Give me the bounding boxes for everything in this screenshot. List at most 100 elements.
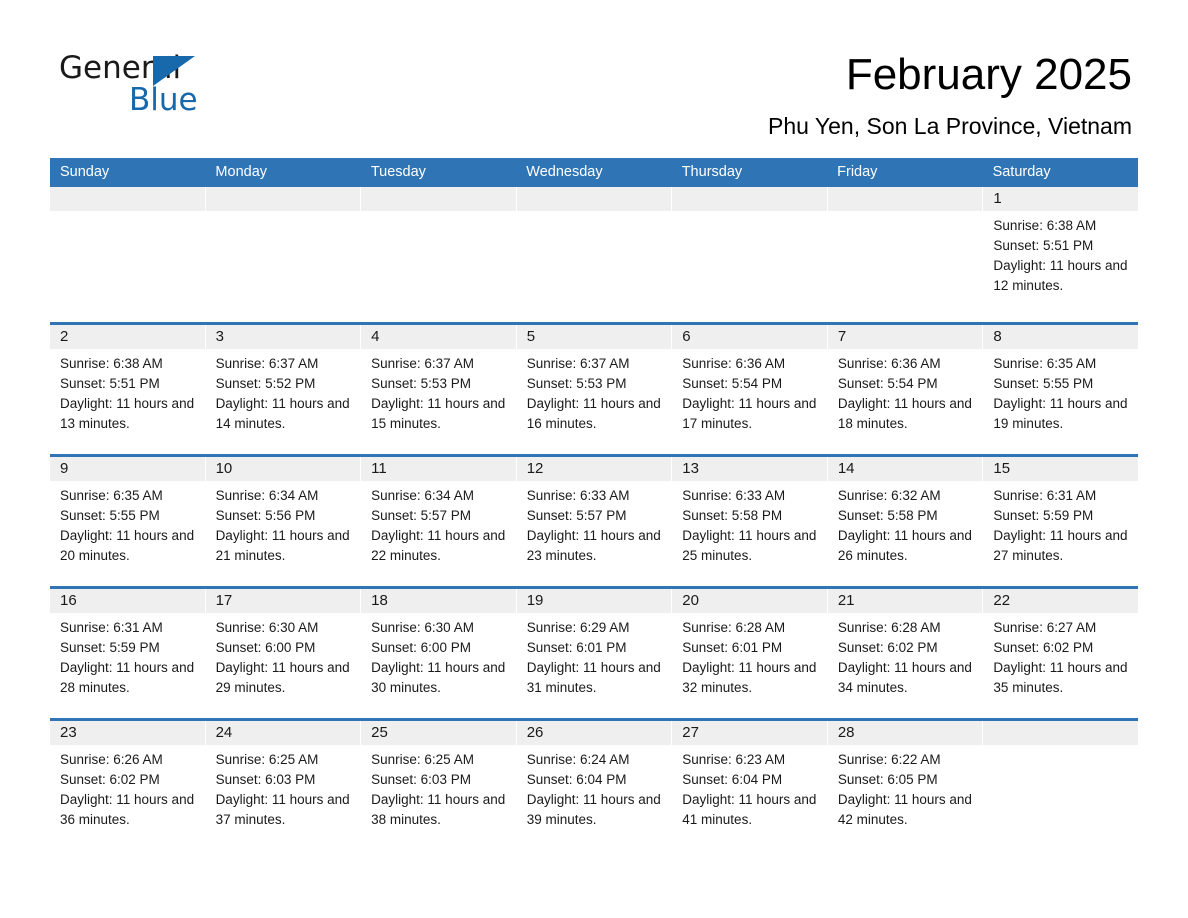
calendar-day-cell[interactable]: 9 Sunrise: 6:35 AM Sunset: 5:55 PM Daylight… xyxy=(50,457,205,586)
sunset-time: Sunset: 6:04 PM xyxy=(682,772,783,787)
sunrise-time: Sunrise: 6:38 AM xyxy=(60,356,163,371)
day-details: Sunrise: 6:28 AM Sunset: 6:01 PM Daylight:… xyxy=(672,613,827,698)
calendar-day-cell[interactable]: 19 Sunrise: 6:29 AM Sunset: 6:01 PM Dayligh… xyxy=(516,589,672,718)
day-number-strip: 14 xyxy=(827,457,983,481)
daylight-duration: Daylight: 11 hours and 28 minutes. xyxy=(60,660,195,695)
day-details: Sunrise: 6:22 AM Sunset: 6:05 PM Daylight:… xyxy=(828,745,983,830)
daylight-duration: Daylight: 11 hours and 27 minutes. xyxy=(993,528,1128,563)
sunset-time: Sunset: 5:51 PM xyxy=(993,238,1094,253)
calendar-week-row: 16 Sunrise: 6:31 AM Sunset: 5:59 PM Dayligh… xyxy=(50,586,1138,718)
sunrise-time: Sunrise: 6:36 AM xyxy=(837,356,941,371)
daylight-duration: Daylight: 11 hours and 36 minutes. xyxy=(60,792,195,827)
day-number-strip: 26 xyxy=(516,721,672,745)
calendar-day-cell[interactable]: 15 Sunrise: 6:31 AM Sunset: 5:59 PM Dayligh… xyxy=(983,457,1138,586)
calendar-day-cell[interactable]: 13 Sunrise: 6:33 AM Sunset: 5:58 PM Dayligh… xyxy=(672,457,827,586)
day-details: Sunrise: 6:36 AM Sunset: 5:54 PM Daylight:… xyxy=(828,349,983,434)
calendar-day-cell[interactable]: 20 Sunrise: 6:28 AM Sunset: 6:01 PM Dayligh… xyxy=(672,589,827,718)
sunrise-time: Sunrise: 6:29 AM xyxy=(526,620,630,635)
calendar-day-cell[interactable]: 16 Sunrise: 6:31 AM Sunset: 5:59 PM Dayligh… xyxy=(50,589,205,718)
sunset-time: Sunset: 5:57 PM xyxy=(371,508,471,523)
sunrise-time: Sunrise: 6:28 AM xyxy=(837,620,941,635)
day-details: Sunrise: 6:27 AM Sunset: 6:02 PM Daylight:… xyxy=(983,613,1138,698)
day-number-strip: 2 xyxy=(50,325,205,349)
calendar-day-cell[interactable]: 17 Sunrise: 6:30 AM Sunset: 6:00 PM Dayligh… xyxy=(205,589,361,718)
sunset-time: Sunset: 5:51 PM xyxy=(60,376,160,391)
day-number: 16 xyxy=(60,592,77,609)
daylight-duration: Daylight: 11 hours and 42 minutes. xyxy=(837,792,972,827)
calendar-day-cell[interactable]: 6 Sunrise: 6:36 AM Sunset: 5:54 PM Daylight… xyxy=(672,325,827,454)
calendar-week-row: 2 Sunrise: 6:38 AM Sunset: 5:51 PM Daylight… xyxy=(50,322,1138,454)
calendar-day-cell[interactable]: 3 Sunrise: 6:37 AM Sunset: 5:52 PM Daylight… xyxy=(205,325,361,454)
calendar-day-cell[interactable]: 1 Sunrise: 6:38 AM Sunset: 5:51 PM Daylight… xyxy=(983,187,1138,322)
sunrise-time: Sunrise: 6:23 AM xyxy=(682,752,786,767)
calendar-day-cell-empty xyxy=(361,187,516,322)
day-details: Sunrise: 6:23 AM Sunset: 6:04 PM Daylight:… xyxy=(672,745,827,830)
calendar-day-cell[interactable]: 14 Sunrise: 6:32 AM Sunset: 5:58 PM Dayligh… xyxy=(827,457,983,586)
day-number: 12 xyxy=(526,460,544,477)
sunrise-time: Sunrise: 6:24 AM xyxy=(526,752,630,767)
calendar-day-cell[interactable]: 11 Sunrise: 6:34 AM Sunset: 5:57 PM Dayligh… xyxy=(361,457,516,586)
sunrise-time: Sunrise: 6:30 AM xyxy=(215,620,319,635)
title-block: February 2025 Phu Yen, Son La Province, … xyxy=(768,48,1132,140)
calendar-day-cell[interactable]: 23 Sunrise: 6:26 AM Sunset: 6:02 PM Dayligh… xyxy=(50,721,205,850)
day-number: 1 xyxy=(993,190,1002,207)
day-number-strip: 3 xyxy=(205,325,361,349)
calendar-day-cell[interactable]: 22 Sunrise: 6:27 AM Sunset: 6:02 PM Dayligh… xyxy=(983,589,1138,718)
calendar-day-cell[interactable]: 10 Sunrise: 6:34 AM Sunset: 5:56 PM Dayligh… xyxy=(205,457,361,586)
sunset-time: Sunset: 6:01 PM xyxy=(526,640,627,655)
daylight-duration: Daylight: 11 hours and 13 minutes. xyxy=(60,396,195,431)
weekday-header-monday: Monday xyxy=(215,164,268,180)
daylight-duration: Daylight: 11 hours and 12 minutes. xyxy=(993,258,1128,293)
sunset-time: Sunset: 5:59 PM xyxy=(993,508,1094,523)
weekday-header-thursday: Thursday xyxy=(681,164,743,180)
calendar-day-cell-empty xyxy=(516,187,672,322)
calendar-day-cell[interactable]: 24 Sunrise: 6:25 AM Sunset: 6:03 PM Dayligh… xyxy=(205,721,361,850)
calendar-day-cell-empty xyxy=(50,187,205,322)
day-details: Sunrise: 6:25 AM Sunset: 6:03 PM Daylight:… xyxy=(361,745,516,830)
day-number-strip: 15 xyxy=(983,457,1138,481)
sunset-time: Sunset: 5:54 PM xyxy=(682,376,783,391)
calendar-day-cell[interactable]: 26 Sunrise: 6:24 AM Sunset: 6:04 PM Dayligh… xyxy=(516,721,672,850)
day-number-strip xyxy=(672,187,827,211)
day-number: 7 xyxy=(837,328,847,345)
calendar-day-cell[interactable]: 28 Sunrise: 6:22 AM Sunset: 6:05 PM Dayligh… xyxy=(827,721,983,850)
calendar-day-cell[interactable]: 25 Sunrise: 6:25 AM Sunset: 6:03 PM Dayligh… xyxy=(361,721,516,850)
calendar-day-cell[interactable]: 18 Sunrise: 6:30 AM Sunset: 6:00 PM Dayligh… xyxy=(361,589,516,718)
daylight-duration: Daylight: 11 hours and 19 minutes. xyxy=(993,396,1128,431)
calendar-grid: Sunday Monday Tuesday Wednesday Thursday… xyxy=(50,158,1138,850)
sunset-time: Sunset: 6:03 PM xyxy=(371,772,471,787)
calendar-day-cell[interactable]: 12 Sunrise: 6:33 AM Sunset: 5:57 PM Dayligh… xyxy=(516,457,672,586)
day-number-strip: 4 xyxy=(361,325,516,349)
calendar-day-cell[interactable]: 2 Sunrise: 6:38 AM Sunset: 5:51 PM Daylight… xyxy=(50,325,205,454)
calendar-day-cell[interactable]: 5 Sunrise: 6:37 AM Sunset: 5:53 PM Daylight… xyxy=(516,325,672,454)
calendar-day-cell[interactable]: 21 Sunrise: 6:28 AM Sunset: 6:02 PM Dayligh… xyxy=(827,589,983,718)
day-details: Sunrise: 6:26 AM Sunset: 6:02 PM Daylight:… xyxy=(50,745,205,830)
day-number-strip xyxy=(205,187,361,211)
weekday-header-row: Sunday Monday Tuesday Wednesday Thursday… xyxy=(50,158,1138,187)
calendar-day-cell[interactable]: 7 Sunrise: 6:36 AM Sunset: 5:54 PM Daylight… xyxy=(827,325,983,454)
daylight-duration: Daylight: 11 hours and 31 minutes. xyxy=(526,660,661,695)
day-number: 2 xyxy=(60,328,69,345)
day-number-strip: 24 xyxy=(205,721,361,745)
weekday-header-tuesday: Tuesday xyxy=(370,164,426,180)
sunrise-time: Sunrise: 6:28 AM xyxy=(682,620,786,635)
sunset-time: Sunset: 5:56 PM xyxy=(215,508,316,523)
day-details: Sunrise: 6:36 AM Sunset: 5:54 PM Daylight:… xyxy=(672,349,827,434)
calendar-day-cell[interactable]: 8 Sunrise: 6:35 AM Sunset: 5:55 PM Daylight… xyxy=(983,325,1138,454)
day-number-strip xyxy=(827,187,983,211)
daylight-duration: Daylight: 11 hours and 17 minutes. xyxy=(682,396,817,431)
day-details: Sunrise: 6:38 AM Sunset: 5:51 PM Daylight:… xyxy=(983,211,1138,296)
sunset-time: Sunset: 6:03 PM xyxy=(215,772,316,787)
day-number: 13 xyxy=(682,460,699,477)
calendar-day-cell[interactable]: 27 Sunrise: 6:23 AM Sunset: 6:04 PM Dayligh… xyxy=(672,721,827,850)
generalblue-logo[interactable]: General Blue xyxy=(59,50,319,120)
daylight-duration: Daylight: 11 hours and 20 minutes. xyxy=(60,528,195,563)
logo-text-blue: Blue xyxy=(129,82,198,118)
calendar-day-cell[interactable]: 4 Sunrise: 6:37 AM Sunset: 5:53 PM Daylight… xyxy=(361,325,516,454)
weekday-header-sunday: Sunday xyxy=(60,164,110,180)
day-number-strip xyxy=(516,187,672,211)
day-number-strip: 5 xyxy=(516,325,672,349)
daylight-duration: Daylight: 11 hours and 38 minutes. xyxy=(371,792,506,827)
calendar-day-cell-empty xyxy=(672,187,827,322)
day-number-strip xyxy=(983,721,1138,745)
